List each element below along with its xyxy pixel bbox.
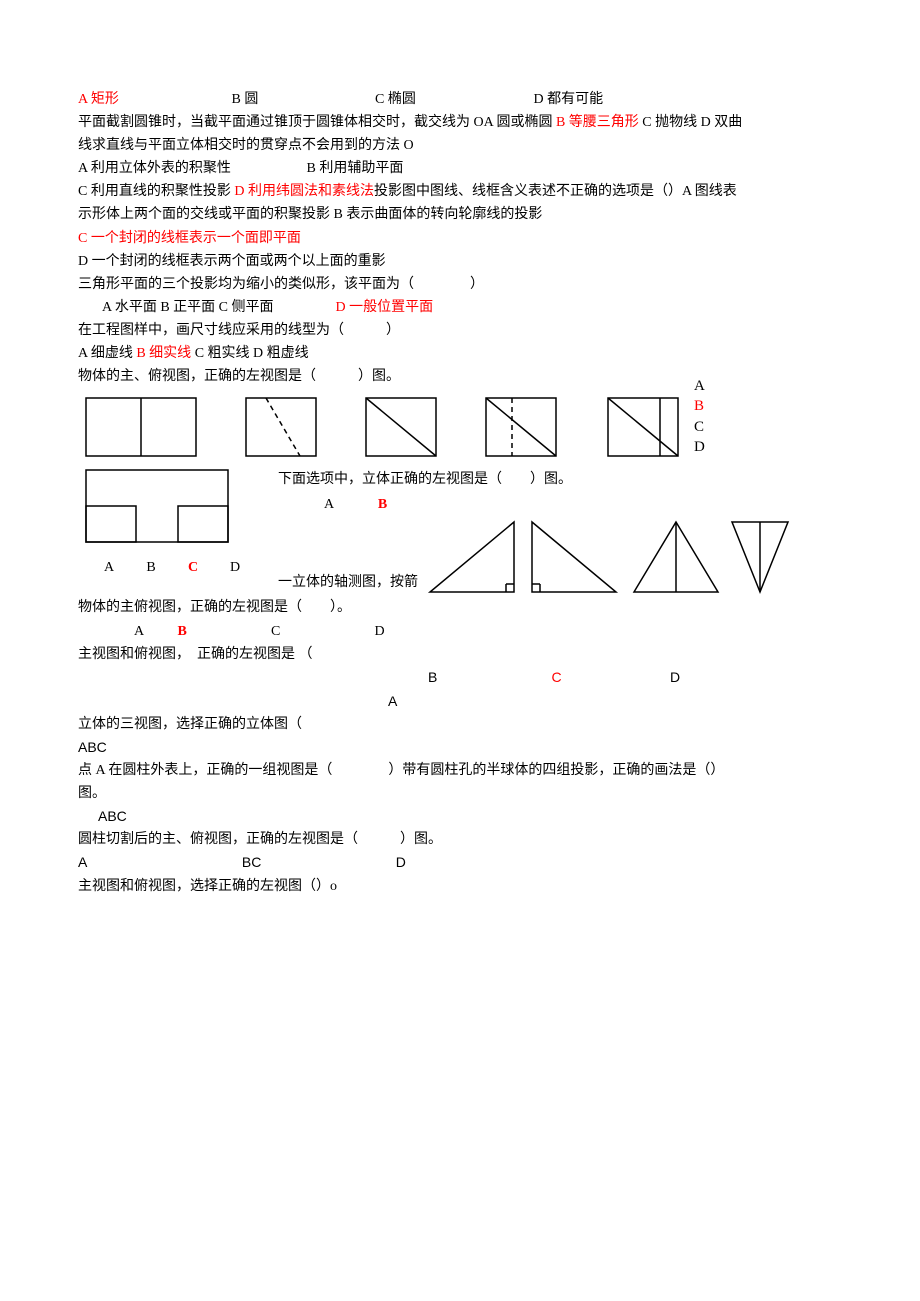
mid-line3: 一立体的轴测图，按箭 xyxy=(278,571,418,594)
mid-line1: 下面选项中，立体正确的左视图是（ ）图。 xyxy=(278,468,860,491)
mid-a: A xyxy=(304,493,354,516)
l17-b: B xyxy=(428,666,548,689)
line24: 圆柱切割后的主、俯视图，正确的左视图是（ ）图。 xyxy=(78,828,860,851)
line12-t1: A 细虚线 xyxy=(78,346,136,361)
line20: ABC xyxy=(78,736,860,759)
l15-d: D xyxy=(375,620,385,643)
line2-text1: 平面截割圆锥时，当截平面通过锥顶于圆锥体相交时，截交线为 OA 圆或椭圆 xyxy=(78,115,556,130)
shape-rect-diag-dashv xyxy=(482,394,560,460)
q1-opt-b: B 圆 xyxy=(232,88,372,111)
l15-b: B xyxy=(178,620,268,643)
lbl-a: A xyxy=(88,556,130,579)
lbl-b: B xyxy=(130,556,172,579)
l17-c: C xyxy=(552,666,667,689)
q1-opt-a: A 矩形 xyxy=(78,88,228,111)
l25-d: D xyxy=(396,851,406,874)
mid-b: B xyxy=(358,493,408,516)
line21: 点 A 在圆柱外表上，正确的一组视图是（ ）带有圆柱孔的半球体的四组投影，正确的… xyxy=(78,759,860,782)
line10-answer-d: D 一般位置平面 xyxy=(336,300,434,315)
line16: 主视图和俯视图， 正确的左视图是 （ xyxy=(78,643,860,666)
line7: C 一个封闭的线框表示一个面即平面 xyxy=(78,227,860,250)
line12-answer-b: B 细实线 xyxy=(136,346,191,361)
lbl-d: D xyxy=(214,556,256,579)
line6: 示形体上两个面的交线或平面的积聚投影 B 表示曲面体的转向轮廓线的投影 xyxy=(78,203,860,226)
shape-rect-split xyxy=(82,394,200,460)
l15-c: C xyxy=(271,620,371,643)
line13: 物体的主、俯视图，正确的左视图是（ ）图。 xyxy=(78,365,860,388)
letter-a: A xyxy=(694,376,705,396)
line5-t2: 投影图中图线、线框含义表述不正确的选项是（）A 图线表 xyxy=(374,184,737,199)
line5-t1: C 利用直线的积聚性投影 xyxy=(78,184,234,199)
line14: 物体的主俯视图，正确的左视图是（ ）。 xyxy=(78,596,860,619)
shape-tri-down xyxy=(728,518,792,596)
line2-answer-b: B 等腰三角形 xyxy=(556,115,639,130)
line22: 图。 xyxy=(78,782,860,805)
shape-tri-right2 xyxy=(528,518,620,596)
letter-b: B xyxy=(694,396,705,416)
letter-c: C xyxy=(694,417,705,437)
l25-a: A xyxy=(78,851,238,874)
line8: D 一个封闭的线框表示两个面或两个以上面的重影 xyxy=(78,250,860,273)
line26: 主视图和俯视图，选择正确的左视图（）o xyxy=(78,875,860,898)
line18: A xyxy=(388,690,860,713)
q1-opt-d: D 都有可能 xyxy=(534,88,604,111)
shape-rect-diag-dash xyxy=(242,394,320,460)
shape-t-block xyxy=(82,466,232,546)
answer-letter-col: A B C D xyxy=(694,376,705,457)
line9: 三角形平面的三个投影均为缩小的类似形，该平面为（ ） xyxy=(78,273,860,296)
line23: ABC xyxy=(98,805,860,828)
line11: 在工程图样中，画尺寸线应采用的线型为（ ） xyxy=(78,319,860,342)
q1-opt-c: C 椭圆 xyxy=(375,88,530,111)
line4-b: B 利用辅助平面 xyxy=(307,161,404,176)
l17-d: D xyxy=(670,666,680,689)
shape-rect-diag-solidv xyxy=(604,394,682,460)
letter-d: D xyxy=(694,437,705,457)
shape-tri-right1 xyxy=(426,518,518,596)
shape-rect-diag-solid xyxy=(362,394,440,460)
line4-a: A 利用立体外表的积聚性 xyxy=(78,157,303,180)
l15-a: A xyxy=(134,620,174,643)
shape-tri-iso xyxy=(630,518,722,596)
line2-text2: C 抛物线 D 双曲 xyxy=(639,115,742,130)
line12-t2: C 粗实线 D 粗虚线 xyxy=(191,346,308,361)
line5-answer-d: D 利用纬圆法和素线法 xyxy=(234,184,374,199)
shape-row-1: A B C D xyxy=(78,394,860,460)
line19: 立体的三视图，选择正确的立体图（ xyxy=(78,713,860,736)
l25-bc: BC xyxy=(242,851,392,874)
line3: 线求直线与平面立体相交时的贯穿点不会用到的方法 O xyxy=(78,134,860,157)
line10-t1: A 水平面 B 正平面 C 侧平面 xyxy=(102,296,332,319)
lbl-c: C xyxy=(172,556,214,579)
